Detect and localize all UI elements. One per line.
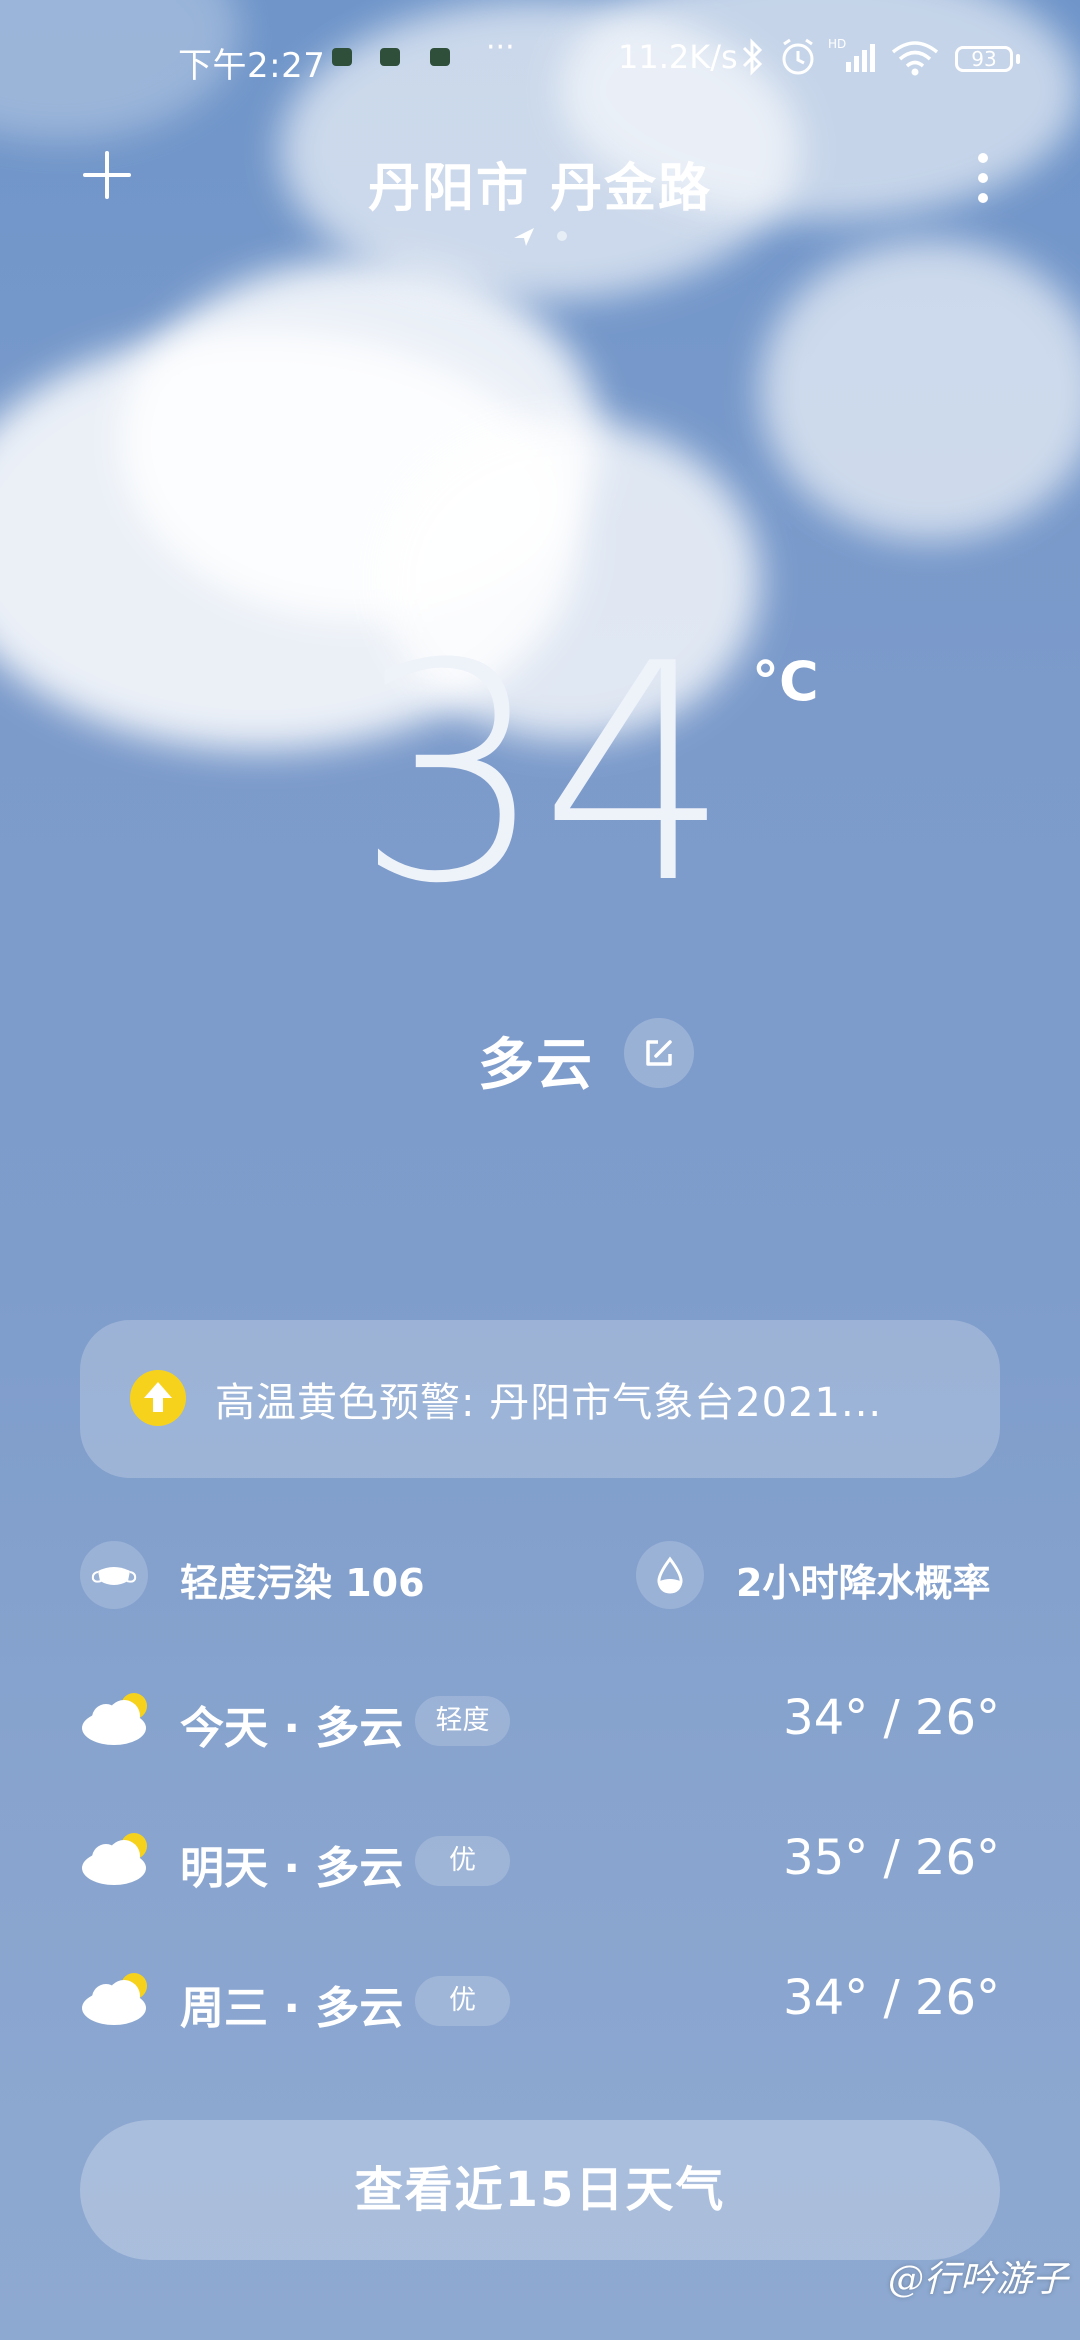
edit-icon bbox=[646, 1040, 672, 1066]
forecast-row-today[interactable]: 今天 · 多云 轻度 34° / 26° bbox=[80, 1676, 1000, 1766]
aqi-badge: 优 bbox=[415, 1836, 510, 1886]
aqi-badge: 轻度 bbox=[415, 1696, 510, 1746]
current-temperature: 34 bbox=[355, 600, 731, 949]
more-options-button[interactable] bbox=[968, 150, 998, 206]
partly-cloudy-icon bbox=[82, 1693, 147, 1745]
network-speed: 11.2K/s bbox=[618, 38, 738, 76]
forecast-label: 明天 · 多云 bbox=[180, 1843, 404, 1894]
partly-cloudy-icon bbox=[82, 1973, 147, 2025]
more-notifications-icon: ··· bbox=[486, 30, 515, 65]
city-title: 丹阳市 丹金路 bbox=[367, 159, 713, 219]
mask-icon bbox=[80, 1541, 148, 1609]
up-arrow-icon bbox=[130, 1370, 186, 1426]
alarm-icon bbox=[782, 38, 814, 75]
edit-button[interactable] bbox=[624, 1018, 694, 1088]
temperature-unit: °C bbox=[752, 650, 819, 713]
rain-probability[interactable]: 2小时降水概率 bbox=[736, 1552, 990, 1607]
notification-app-icon bbox=[430, 48, 450, 66]
raindrop-icon bbox=[636, 1541, 704, 1609]
forecast-label: 周三 · 多云 bbox=[180, 1983, 404, 2034]
watermark: @行吟游子 bbox=[887, 2259, 1068, 2300]
weather-alert-card[interactable]: 高温黄色预警: 丹阳市气象台2021... bbox=[80, 1320, 1000, 1478]
page-indicator bbox=[514, 228, 567, 246]
wifi-icon bbox=[891, 41, 939, 76]
forecast-label: 今天 · 多云 bbox=[180, 1703, 404, 1754]
battery-indicator: 93 bbox=[955, 46, 1013, 72]
forecast-row-tomorrow[interactable]: 明天 · 多云 优 35° / 26° bbox=[80, 1816, 1000, 1906]
battery-tip bbox=[1016, 54, 1020, 64]
status-time: 下午2:27 bbox=[178, 46, 326, 86]
weather-condition: 多云 bbox=[478, 1033, 594, 1098]
air-quality[interactable]: 轻度污染 106 bbox=[180, 1552, 425, 1607]
view-15-day-forecast-button[interactable]: 查看近15日天气 bbox=[80, 2120, 1000, 2260]
status-bar: 下午2:27 ··· 11.2K/s HD 93 bbox=[0, 0, 1080, 120]
forecast-temp: 34° / 26° bbox=[783, 1970, 1000, 2026]
bluetooth-icon bbox=[742, 38, 763, 76]
forecast-temp: 35° / 26° bbox=[783, 1830, 1000, 1886]
aqi-badge: 优 bbox=[415, 1976, 510, 2026]
signal-icon: HD bbox=[828, 37, 875, 72]
alert-text: 高温黄色预警: 丹阳市气象台2021... bbox=[215, 1380, 883, 1426]
notification-app-icon bbox=[332, 48, 352, 66]
svg-text:HD: HD bbox=[828, 37, 846, 51]
location-arrow-icon bbox=[514, 228, 534, 246]
forecast-row-wednesday[interactable]: 周三 · 多云 优 34° / 26° bbox=[80, 1956, 1000, 2046]
notification-app-icon bbox=[380, 48, 400, 66]
partly-cloudy-icon bbox=[82, 1833, 147, 1885]
forecast-temp: 34° / 26° bbox=[783, 1690, 1000, 1746]
